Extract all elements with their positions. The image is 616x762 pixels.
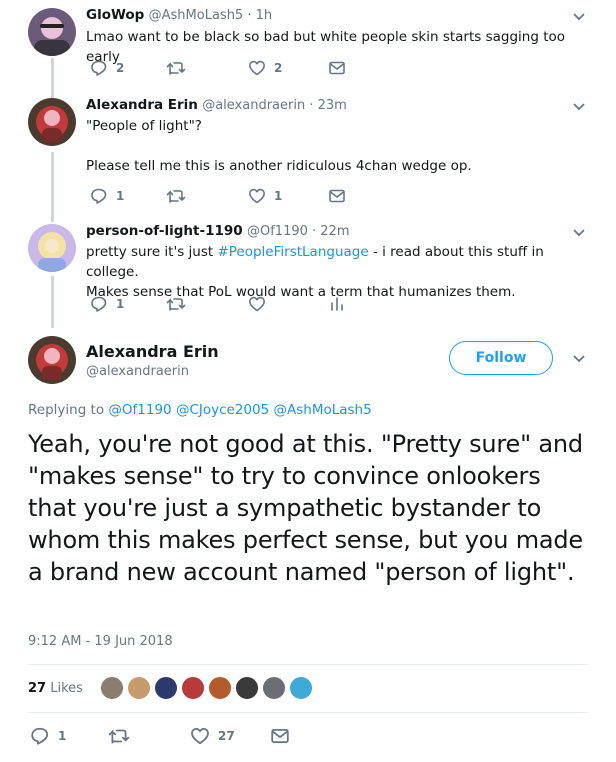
liker-avatar[interactable] <box>289 676 313 700</box>
replying-to: Replying to @Of1190 @CJoyce2005 @AshMoLa… <box>28 402 372 418</box>
likes-summary[interactable]: 27 Likes <box>28 681 83 696</box>
handle-time[interactable]: @alexandraerin · 23m <box>202 98 347 113</box>
main-handle[interactable]: @alexandraerin <box>86 364 189 379</box>
like-button[interactable]: 1 <box>248 186 282 206</box>
likes-label: Likes <box>50 681 83 696</box>
reply-count: 1 <box>58 729 67 743</box>
mail-icon <box>271 729 289 743</box>
reply-icon <box>91 188 107 204</box>
handle-time[interactable]: @AshMoLash5 · 1h <box>149 8 272 23</box>
reply-button[interactable]: 1 <box>90 186 124 206</box>
mail-icon <box>329 61 345 75</box>
tweet-text-line <box>86 136 586 156</box>
tweet-1[interactable]: GloWop @AshMoLash5 · 1h Lmao want to be … <box>0 0 616 86</box>
tweet-header: person-of-light-1190 @Of1190 · 22m <box>86 222 349 241</box>
reply-button[interactable]: 2 <box>90 58 124 78</box>
tweet-3[interactable]: person-of-light-1190 @Of1190 · 22m prett… <box>0 212 616 328</box>
reply-icon <box>91 60 107 76</box>
text-segment: pretty sure it's just <box>86 244 218 260</box>
like-count: 27 <box>218 729 235 743</box>
avatar[interactable] <box>28 98 76 146</box>
tweet-text: pretty sure it's just #PeopleFirstLangua… <box>86 242 586 302</box>
tweet-text-line: "People of light"? <box>86 118 202 134</box>
main-avatar[interactable] <box>28 336 76 384</box>
replying-label: Replying to <box>28 402 105 418</box>
like-button[interactable] <box>248 294 274 314</box>
reply-count: 2 <box>116 61 125 75</box>
reply-button[interactable]: 1 <box>30 726 66 746</box>
tweet-text-line: Please tell me this is another ridiculou… <box>86 158 472 174</box>
like-button[interactable]: 27 <box>190 726 235 746</box>
analytics-button[interactable] <box>328 294 346 314</box>
liker-avatar[interactable] <box>235 676 259 700</box>
heart-icon <box>191 728 209 745</box>
heart-icon <box>249 296 265 312</box>
display-name[interactable]: Alexandra Erin <box>86 97 198 113</box>
mention-link[interactable]: @CJoyce2005 <box>176 402 269 418</box>
retweet-icon <box>108 729 130 744</box>
likes-count: 27 <box>28 681 47 696</box>
liker-avatar[interactable] <box>100 676 124 700</box>
reply-icon <box>31 727 49 745</box>
divider <box>28 712 588 713</box>
reply-icon <box>91 296 107 312</box>
chevron-down-icon[interactable] <box>572 228 586 238</box>
dm-button[interactable] <box>328 186 346 206</box>
reply-count: 1 <box>116 297 125 311</box>
heart-icon <box>249 60 265 76</box>
mail-icon <box>329 189 345 203</box>
avatar[interactable] <box>28 224 76 272</box>
chevron-down-icon[interactable] <box>572 102 586 112</box>
retweet-icon <box>166 298 186 311</box>
chevron-down-icon[interactable] <box>572 354 586 364</box>
reply-button[interactable]: 1 <box>90 294 124 314</box>
mention-link[interactable]: @Of1190 <box>108 402 171 418</box>
tweet-2[interactable]: Alexandra Erin @alexandraerin · 23m "Peo… <box>0 86 616 212</box>
display-name[interactable]: GloWop <box>86 7 144 23</box>
liker-avatar[interactable] <box>262 676 286 700</box>
tweet-header: Alexandra Erin @alexandraerin · 23m <box>86 96 347 115</box>
retweet-button[interactable] <box>166 186 194 206</box>
tweet-header: GloWop @AshMoLash5 · 1h <box>86 6 272 25</box>
tweet-text: "People of light"? Please tell me this i… <box>86 116 586 176</box>
retweet-button[interactable] <box>108 726 138 746</box>
retweet-button[interactable] <box>166 58 194 78</box>
analytics-icon <box>331 297 343 311</box>
heart-icon <box>249 188 265 204</box>
hashtag-link[interactable]: #PeopleFirstLanguage <box>217 244 368 260</box>
liker-avatar[interactable] <box>208 676 232 700</box>
divider <box>28 664 588 665</box>
like-count: 2 <box>274 61 283 75</box>
mention-link[interactable]: @AshMoLash5 <box>274 402 372 418</box>
dm-button[interactable] <box>328 58 346 78</box>
liker-avatar[interactable] <box>127 676 151 700</box>
handle-time[interactable]: @Of1190 · 22m <box>247 224 350 239</box>
avatar[interactable] <box>28 8 76 56</box>
dm-button[interactable] <box>270 726 290 746</box>
display-name[interactable]: person-of-light-1190 <box>86 223 243 239</box>
like-button[interactable]: 2 <box>248 58 282 78</box>
timestamp[interactable]: 9:12 AM - 19 Jun 2018 <box>28 634 173 649</box>
tweet-text-line: pretty sure it's just #PeopleFirstLangua… <box>86 242 586 282</box>
liker-avatar[interactable] <box>181 676 205 700</box>
retweet-icon <box>166 190 186 203</box>
chevron-down-icon[interactable] <box>572 12 586 22</box>
main-display-name[interactable]: Alexandra Erin <box>86 342 219 361</box>
follow-button[interactable]: Follow <box>449 341 553 375</box>
like-count: 1 <box>274 189 283 203</box>
liker-avatar[interactable] <box>154 676 178 700</box>
retweet-button[interactable] <box>166 294 194 314</box>
retweet-icon <box>166 62 186 75</box>
main-tweet-text: Yeah, you're not good at this. "Pretty s… <box>28 430 584 586</box>
reply-count: 1 <box>116 189 125 203</box>
